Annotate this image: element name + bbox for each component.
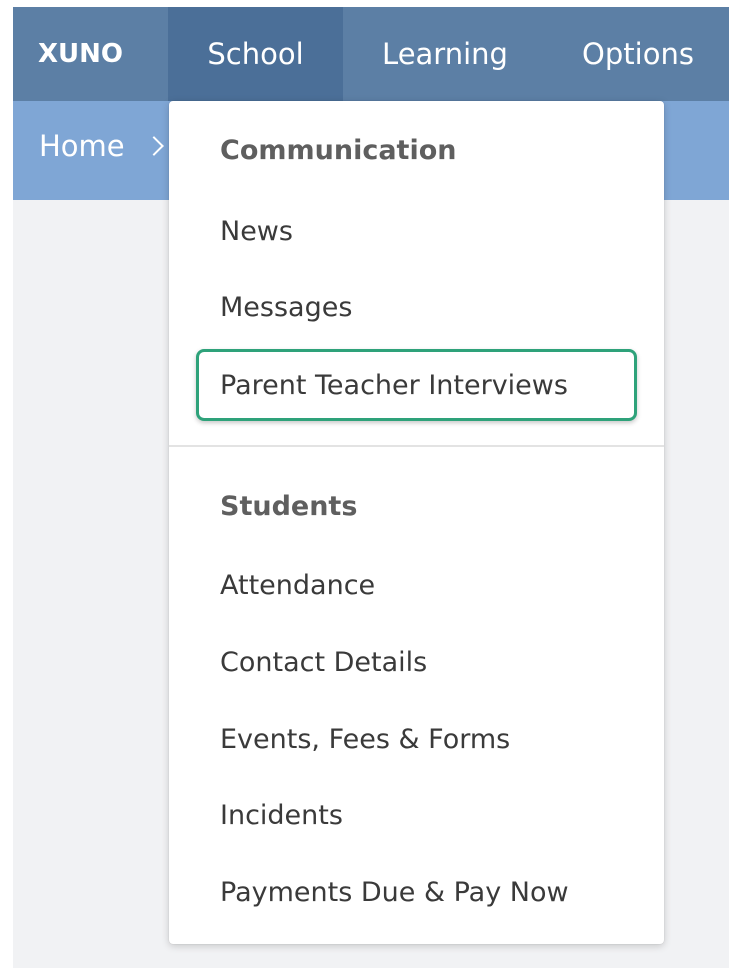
section-header-communication: Communication <box>220 135 457 166</box>
menu-item-incidents[interactable]: Incidents <box>220 793 343 837</box>
nav-item-learning[interactable]: Learning <box>343 7 547 101</box>
brand-logo[interactable]: XUNO <box>13 7 168 101</box>
section-header-students: Students <box>220 491 358 522</box>
menu-item-contact-details[interactable]: Contact Details <box>220 640 427 684</box>
nav-item-school[interactable]: School <box>168 7 343 101</box>
chevron-right-icon <box>143 136 164 156</box>
nav-item-options[interactable]: Options <box>547 7 729 101</box>
menu-item-events-fees-forms[interactable]: Events, Fees & Forms <box>220 717 510 761</box>
menu-divider <box>169 445 664 447</box>
breadcrumb-home-link[interactable]: Home <box>39 129 125 163</box>
school-dropdown-menu: Communication News Messages Parent Teach… <box>169 101 664 944</box>
menu-item-parent-teacher-interviews[interactable]: Parent Teacher Interviews <box>220 363 568 407</box>
breadcrumb: Home <box>39 129 164 163</box>
menu-item-news[interactable]: News <box>220 209 293 253</box>
top-navigation-bar: XUNO School Learning Options <box>13 7 729 101</box>
menu-item-payments-due-pay-now[interactable]: Payments Due & Pay Now <box>220 870 569 914</box>
menu-item-messages[interactable]: Messages <box>220 285 352 329</box>
menu-item-attendance[interactable]: Attendance <box>220 563 375 607</box>
